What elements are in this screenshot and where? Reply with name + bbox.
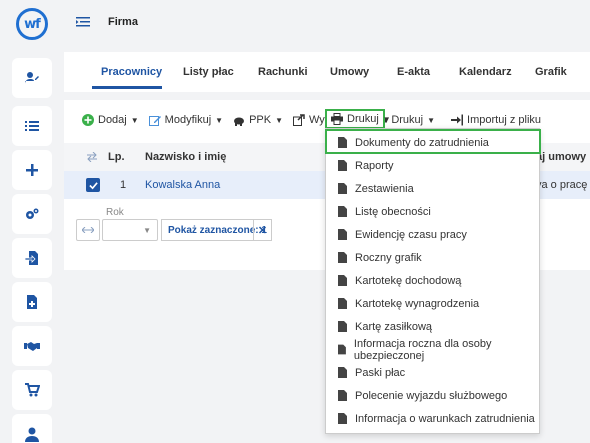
menu-item-label: Ewidencję czasu pracy [355, 228, 467, 241]
list-icon[interactable] [12, 106, 52, 146]
active-tab-indicator [92, 86, 162, 89]
show-selected-button[interactable]: Pokaż zaznaczone: 1 ✕ [161, 219, 272, 241]
tab-listy-plac[interactable]: Listy płac [183, 66, 234, 78]
year-select[interactable]: ▼ [102, 219, 158, 241]
row-checkbox[interactable] [86, 178, 100, 192]
piggy-bank-icon [234, 117, 245, 126]
tab-umowy[interactable]: Umowy [330, 66, 369, 78]
document-icon [338, 252, 347, 263]
cart-icon[interactable] [12, 370, 52, 410]
year-label: Rok [106, 207, 124, 218]
clear-selection-icon[interactable]: ✕ [253, 220, 271, 240]
menu-item-annual-schedule[interactable]: Roczny grafik [326, 246, 539, 269]
plus-icon[interactable] [12, 150, 52, 190]
import-label: Importuj z pliku [467, 114, 542, 126]
menu-item-label: Kartotekę wynagrodzenia [355, 297, 480, 310]
document-icon [338, 390, 347, 401]
menu-item-label: Kartę zasiłkową [355, 320, 433, 333]
ppk-label: PPK [249, 114, 272, 126]
document-icon [338, 367, 347, 378]
document-icon [338, 206, 347, 217]
tab-kalendarz[interactable]: Kalendarz [459, 66, 512, 78]
company-title: Firma [108, 16, 138, 28]
document-icon [338, 298, 347, 309]
header-lp[interactable]: Lp. [108, 151, 125, 163]
menu-item-label: Zestawienia [355, 182, 414, 195]
collapse-menu-icon[interactable] [76, 15, 90, 29]
row-contract: va o pracę [536, 179, 588, 191]
header-name[interactable]: Nazwisko i imię [145, 151, 226, 163]
document-icon [338, 413, 347, 424]
document-icon [338, 275, 347, 286]
menu-item-benefit-card[interactable]: Kartę zasiłkową [326, 315, 539, 338]
menu-item-business-trip[interactable]: Polecenie wyjazdu służbowego [326, 384, 539, 407]
tab-pracownicy[interactable]: Pracownicy [101, 66, 162, 78]
ppk-button[interactable]: PPK ▼ [233, 114, 283, 126]
menu-item-employment-conditions[interactable]: Informacja o warunkach zatrudnienia [326, 407, 539, 430]
app-logo[interactable]: wf [16, 8, 48, 40]
tab-grafik[interactable]: Grafik [535, 66, 567, 78]
document-icon [338, 344, 346, 355]
user-tie-icon[interactable] [12, 414, 52, 443]
menu-item-label: Raporty [355, 159, 394, 172]
import-button[interactable]: Importuj z pliku [451, 114, 541, 126]
document-icon [338, 321, 347, 332]
menu-item-income-card[interactable]: Kartotekę dochodową [326, 269, 539, 292]
row-lp: 1 [120, 179, 127, 191]
header-contract[interactable]: aj umowy [536, 151, 586, 163]
edit-icon [148, 116, 161, 126]
tab-e-akta[interactable]: E-akta [397, 66, 430, 78]
arrows-horizontal-icon [82, 227, 94, 233]
logo-text: wf [24, 16, 41, 32]
menu-item-label: Informacja roczna dla osoby ubezpieczone… [353, 337, 492, 362]
menu-item-time-records[interactable]: Ewidencję czasu pracy [326, 223, 539, 246]
toolbar: Dodaj▼ Modyfikuj▼ PPK▼ Wystaw▼ Drukuj▼ I… [82, 114, 551, 126]
sign-in-icon [451, 114, 464, 126]
modify-label: Modyfikuj [164, 114, 212, 126]
share-icon [293, 114, 305, 126]
print-button-open[interactable]: Drukuj ▼ [331, 113, 391, 125]
document-icon [338, 160, 347, 171]
expand-columns-button[interactable] [76, 219, 100, 241]
menu-item-label: Listę obecności [355, 205, 431, 218]
sidebar: wf [0, 0, 64, 443]
menu-item-attendance[interactable]: Listę obecności [326, 200, 539, 223]
file-plus-icon[interactable] [12, 282, 52, 322]
dropdown-caret-icon: ▼ [143, 225, 151, 235]
menu-item-salary-card[interactable]: Kartotekę wynagrodzenia [326, 292, 539, 315]
tab-rachunki[interactable]: Rachunki [258, 66, 308, 78]
file-import-icon[interactable] [12, 238, 52, 278]
menu-item-label: Roczny grafik [355, 251, 422, 264]
print-label: Drukuj [347, 113, 379, 125]
row-name[interactable]: Kowalska Anna [145, 179, 220, 191]
menu-item-annual-info[interactable]: Informacja roczna dla osoby ubezpieczone… [326, 337, 539, 362]
menu-item-payslips[interactable]: Paski płac [326, 361, 539, 384]
column-toggle-icon[interactable] [86, 152, 98, 162]
document-icon [338, 183, 347, 194]
menu-item-summaries[interactable]: Zestawienia [326, 177, 539, 200]
menu-item-highlight [325, 129, 541, 154]
handshake-icon[interactable] [12, 326, 52, 366]
print-menu: Dokumenty do zatrudnienia Raporty Zestaw… [325, 128, 540, 434]
print-label: Drukuj [391, 114, 424, 126]
add-label: Dodaj [98, 114, 127, 126]
plus-circle-icon [82, 114, 94, 126]
top-bar: Firma [64, 0, 590, 44]
user-edit-icon[interactable] [12, 58, 52, 98]
add-button[interactable]: Dodaj ▼ [82, 114, 139, 126]
menu-item-label: Kartotekę dochodową [355, 274, 462, 287]
menu-item-label: Paski płac [355, 366, 406, 379]
gears-icon[interactable] [12, 194, 52, 234]
menu-item-reports[interactable]: Raporty [326, 154, 539, 177]
document-icon [338, 229, 347, 240]
menu-item-label: Informacja o warunkach zatrudnienia [355, 412, 535, 425]
printer-icon [331, 113, 343, 125]
menu-item-label: Polecenie wyjazdu służbowego [355, 389, 508, 402]
modify-button[interactable]: Modyfikuj ▼ [148, 114, 223, 126]
check-icon [88, 181, 98, 189]
tab-bar: Pracownicy Listy płac Rachunki Umowy E-a… [64, 52, 590, 92]
